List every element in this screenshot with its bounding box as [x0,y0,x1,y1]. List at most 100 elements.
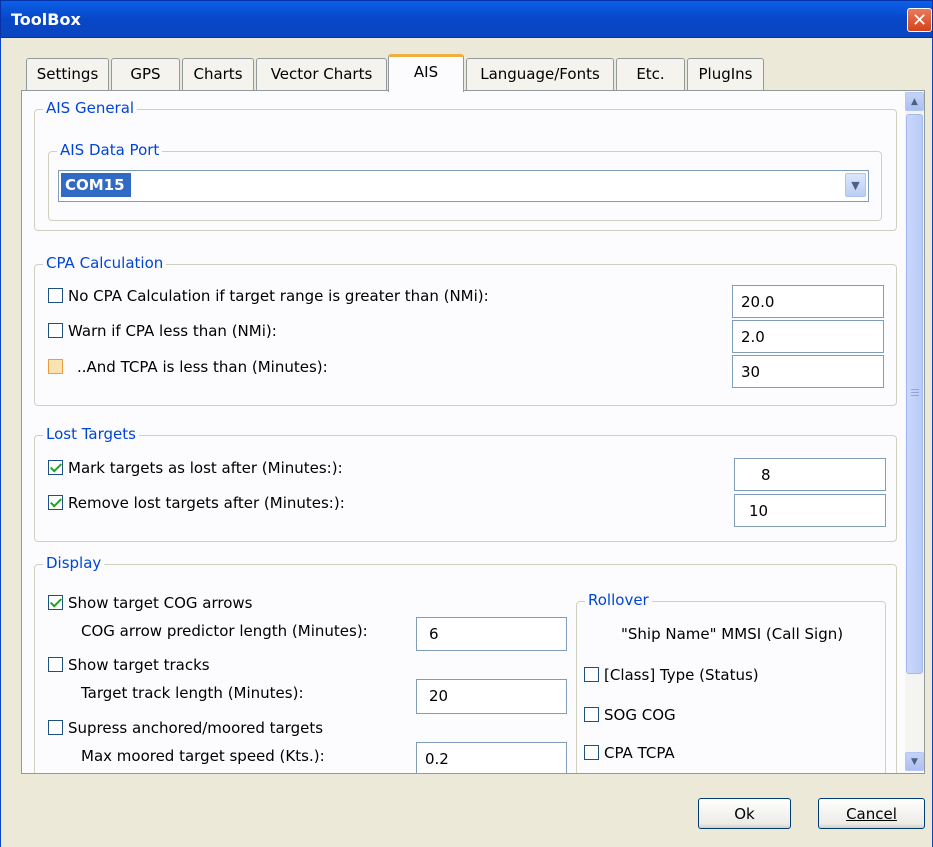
cpa-max-range-input[interactable]: 20.0 [732,285,884,318]
arrow-up-icon[interactable]: ▲ [905,92,924,111]
button-label: Ok [734,804,755,823]
grip-line [911,395,919,396]
checkbox[interactable] [584,707,599,722]
rollover-sog-cog-checkbox-row[interactable]: SOG COG [584,706,676,724]
checkbox-label: Warn if CPA less than (NMi): [68,322,277,340]
scrollbar-thumb[interactable] [906,114,923,674]
show-cog-checkbox-row[interactable]: Show target COG arrows [48,594,252,612]
track-length-input[interactable]: 20 [416,679,567,714]
checkbox[interactable] [584,745,599,760]
ais-general-group: AIS General AIS Data Port COM15 ▼ [34,99,897,231]
tcpa-checkbox-row[interactable]: ..And TCPA is less than (Minutes): [48,358,328,376]
tab-label: GPS [130,65,161,83]
tab-label: Etc. [636,65,665,83]
checkbox[interactable] [48,657,63,672]
tab-label: Vector Charts [270,65,373,83]
button-label: Cancel [846,804,897,823]
cpa-calculation-group: CPA Calculation No CPA Calculation if ta… [34,254,897,406]
input-value: 20 [429,687,449,705]
tab-label: Charts [193,65,243,83]
tab-label: Settings [36,65,99,83]
mark-lost-input[interactable]: 8 [734,458,886,491]
close-icon: ✕ [911,9,928,31]
grip-line [911,389,919,390]
group-title: Lost Targets [43,425,139,443]
tab-plugins[interactable]: PlugIns [687,58,764,91]
input-value: 8 [761,466,771,484]
show-tracks-checkbox-row[interactable]: Show target tracks [48,656,210,674]
group-title: AIS Data Port [57,141,163,159]
rollover-group: Rollover "Ship Name" MMSI (Call Sign) [C… [576,591,886,773]
tab-label: Language/Fonts [480,65,600,83]
moored-speed-input[interactable]: 0.2 [416,742,567,773]
chevron-down-icon[interactable]: ▼ [845,173,866,197]
track-length-label: Target track length (Minutes): [81,684,304,702]
cog-length-input[interactable]: 6 [416,617,567,651]
group-title: Display [43,554,105,572]
input-value: 30 [741,363,761,381]
lost-targets-group: Lost Targets Mark targets as lost after … [34,425,897,542]
checkbox-label: ..And TCPA is less than (Minutes): [77,358,328,376]
checkbox-label: CPA TCPA [604,744,675,762]
close-button[interactable]: ✕ [907,8,932,32]
input-value: 2.0 [741,328,765,346]
warn-cpa-input[interactable]: 2.0 [732,320,884,353]
mark-lost-checkbox-row[interactable]: Mark targets as lost after (Minutes:): [48,459,343,477]
checkbox[interactable] [48,720,63,735]
cog-length-label: COG arrow predictor length (Minutes): [81,622,368,640]
vertical-scrollbar[interactable]: ▲ ▼ [905,92,924,771]
selected-port: COM15 [61,173,131,197]
group-title: CPA Calculation [43,254,167,272]
checkbox[interactable] [48,595,63,610]
tab-settings[interactable]: Settings [26,58,109,91]
checkbox-label: Mark targets as lost after (Minutes:): [68,459,343,477]
checkbox-label: Remove lost targets after (Minutes:): [68,494,345,512]
checkbox-label: [Class] Type (Status) [604,666,759,684]
tab-language-fonts[interactable]: Language/Fonts [466,58,614,91]
input-value: 20.0 [741,293,775,311]
checkbox-label: No CPA Calculation if target range is gr… [68,287,489,305]
remove-lost-input[interactable]: 10 [734,494,886,527]
checkbox[interactable] [48,359,63,374]
no-cpa-checkbox-row[interactable]: No CPA Calculation if target range is gr… [48,287,489,305]
moored-speed-label: Max moored target speed (Kts.): [81,747,325,765]
tab-ais[interactable]: AIS [388,54,464,92]
rollover-cpa-tcpa-checkbox-row[interactable]: CPA TCPA [584,744,675,762]
ais-tab-panel: AIS General AIS Data Port COM15 ▼ CPA Ca… [21,90,925,774]
checkbox[interactable] [48,288,63,303]
checkbox-label: Show target COG arrows [68,594,253,612]
rollover-header: "Ship Name" MMSI (Call Sign) [621,625,844,643]
ais-data-port-group: AIS Data Port COM15 ▼ [48,141,882,221]
title-bar[interactable]: ToolBox ✕ [0,0,933,38]
remove-lost-checkbox-row[interactable]: Remove lost targets after (Minutes:): [48,494,345,512]
checkbox[interactable] [48,460,63,475]
checkbox-label: Supress anchored/moored targets [68,719,324,737]
checkbox[interactable] [584,667,599,682]
grip-line [911,392,919,393]
window-title: ToolBox [11,10,81,29]
checkbox-label: Show target tracks [68,656,210,674]
tab-label: PlugIns [698,65,753,83]
checkbox[interactable] [48,495,63,510]
cancel-button[interactable]: Cancel [818,798,925,829]
tcpa-input[interactable]: 30 [732,355,884,388]
tab-vector-charts[interactable]: Vector Charts [256,58,387,91]
suppress-moored-checkbox-row[interactable]: Supress anchored/moored targets [48,719,323,737]
display-group: Display Show target COG arrows COG arrow… [34,554,897,773]
tab-charts[interactable]: Charts [182,58,254,91]
rollover-class-type-checkbox-row[interactable]: [Class] Type (Status) [584,666,759,684]
group-title: Rollover [585,591,652,609]
arrow-down-icon[interactable]: ▼ [905,752,924,771]
tab-label: AIS [413,63,439,81]
ais-data-port-select[interactable]: COM15 ▼ [58,170,869,202]
checkbox-label: SOG COG [604,706,676,724]
input-value: 0.2 [425,750,449,768]
group-title: AIS General [43,99,138,117]
tab-gps[interactable]: GPS [111,58,180,91]
warn-cpa-checkbox-row[interactable]: Warn if CPA less than (NMi): [48,322,277,340]
checkbox[interactable] [48,323,63,338]
ok-button[interactable]: Ok [698,798,791,829]
input-value: 6 [429,625,439,643]
tab-etc[interactable]: Etc. [616,58,685,91]
input-value: 10 [749,502,769,520]
